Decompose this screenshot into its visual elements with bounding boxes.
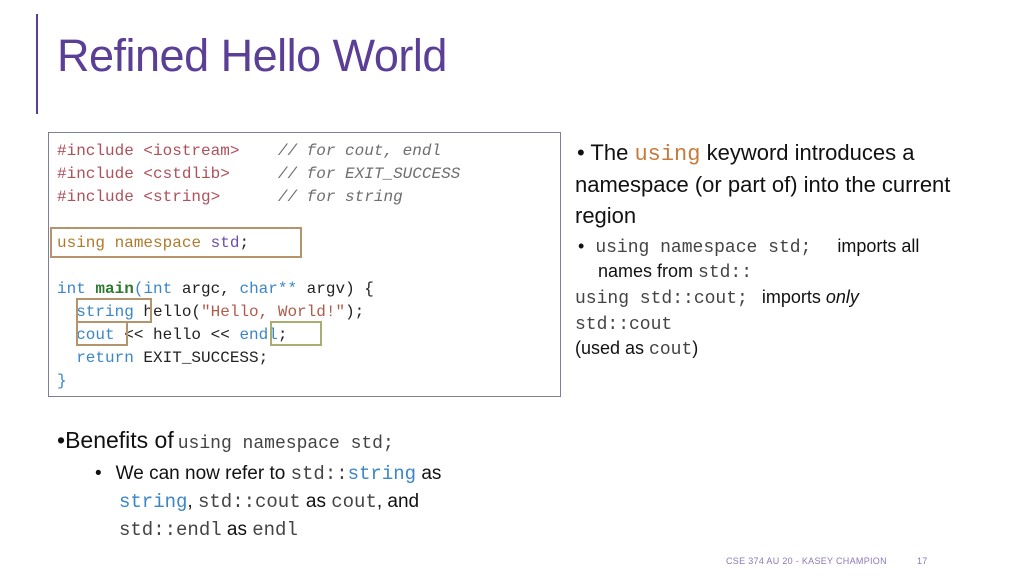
right-bullet-1-line2: namespace (or part of) into the current <box>575 172 951 197</box>
int-keyword: int <box>143 280 173 298</box>
std-scope-code: std:: <box>698 263 753 283</box>
using-code: using <box>634 142 701 167</box>
string-code: string <box>119 491 188 513</box>
using-namespace-std-code: using namespace std; <box>595 238 812 258</box>
page-number: 17 <box>917 556 928 566</box>
char-keyword: char** <box>239 280 298 298</box>
std-cout-code: std::cout <box>575 315 673 335</box>
cout-code: cout <box>649 340 693 360</box>
include-directive: #include <iostream> <box>57 142 240 160</box>
code-line-close-brace: } <box>57 372 67 390</box>
code-block: #include <iostream> // for cout, endl #i… <box>48 132 561 397</box>
include-directive: #include <cstdlib> <box>57 165 230 183</box>
slide-title: Refined Hello World <box>57 30 447 81</box>
cout-code: cout <box>331 491 377 513</box>
title-accent-bar <box>36 14 38 114</box>
code-line-return: return EXIT_SUCCESS; <box>76 349 269 367</box>
using-highlight-box <box>50 227 302 258</box>
right-bullet-1: • The using keyword introduces a <box>577 140 915 167</box>
right-subbullet-1-line2: names from std:: <box>598 261 753 283</box>
main-function: main <box>95 280 134 298</box>
bottom-bullet: •Benefits of using namespace std; <box>57 427 394 454</box>
code-line-include-cstdlib: #include <cstdlib> // for EXIT_SUCCESS <box>57 164 460 184</box>
code-line-include-iostream: #include <iostream> // for cout, endl <box>57 141 441 161</box>
using-namespace-std-code: using namespace std; <box>177 434 394 454</box>
right-line-used-as: (used as cout) <box>575 338 699 360</box>
cout-highlight-box <box>76 321 128 346</box>
right-subbullet-1: • using namespace std; imports all <box>578 236 920 258</box>
code-comment: // for cout, endl <box>277 142 442 160</box>
bottom-subbullet: • We can now refer to std::string as <box>95 463 442 485</box>
endl-code: endl <box>252 519 298 541</box>
endl-highlight-box <box>270 321 322 346</box>
code-comment: // for string <box>277 188 403 206</box>
code-line-main: int main(int argc, char** argv) { <box>57 280 374 298</box>
right-bullet-1-line3: region <box>575 203 637 228</box>
std-scope-code: std:: <box>290 463 348 485</box>
int-keyword: int <box>57 280 86 298</box>
std-endl-code: std::endl <box>119 519 222 541</box>
bottom-subbullet-line2: string, std::cout as cout, and <box>119 491 420 513</box>
bottom-subbullet-line3: std::endl as endl <box>119 519 298 541</box>
using-std-cout-code: using std::cout; <box>575 289 748 309</box>
return-keyword: return <box>76 349 134 367</box>
footer-course: CSE 374 AU 20 - KASEY CHAMPION <box>726 556 887 566</box>
string-literal: "Hello, World!" <box>201 303 346 321</box>
right-line-std-cout: std::cout <box>575 313 672 335</box>
std-cout-code: std::cout <box>197 491 301 513</box>
string-highlight-box <box>76 298 152 323</box>
code-comment: // for EXIT_SUCCESS <box>277 165 461 183</box>
string-code: string <box>347 463 417 485</box>
right-line-using-cout: using std::cout; imports only <box>575 287 859 309</box>
include-directive: #include <string> <box>57 188 221 206</box>
code-line-include-string: #include <string> // for string <box>57 187 403 207</box>
